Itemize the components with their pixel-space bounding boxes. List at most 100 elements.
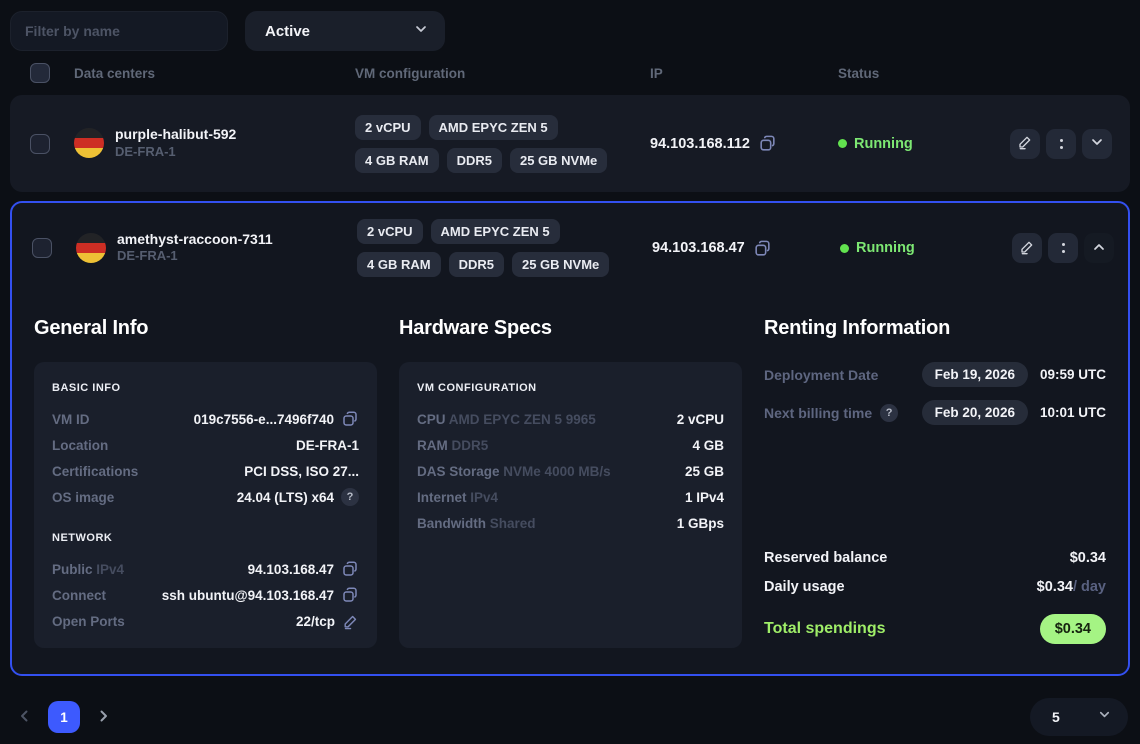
cpu-value: 2 vCPU bbox=[677, 412, 724, 427]
kebab-menu-icon bbox=[1060, 139, 1063, 149]
chip-ram: 4 GB RAM bbox=[357, 252, 441, 277]
os-image-help-icon[interactable]: ? bbox=[341, 488, 359, 506]
deployment-date-label: Deployment Date bbox=[764, 367, 878, 383]
status-dot-icon bbox=[838, 139, 847, 148]
ip-address: 94.103.168.47 bbox=[652, 240, 745, 256]
public-ip-value: 94.103.168.47 bbox=[248, 562, 334, 577]
connect-label: Connect bbox=[52, 588, 106, 603]
vm-configuration-label: VM CONFIGURATION bbox=[417, 382, 724, 394]
cpu-label: CPU bbox=[417, 412, 446, 427]
header-vm-configuration: VM configuration bbox=[355, 66, 650, 81]
status-filter-value: Active bbox=[265, 23, 310, 40]
open-ports-label: Open Ports bbox=[52, 614, 125, 629]
storage-label: DAS Storage bbox=[417, 464, 500, 479]
cpu-sublabel: AMD EPYC ZEN 5 9965 bbox=[449, 412, 596, 427]
public-ip-label: Public bbox=[52, 562, 93, 577]
edit-ports-icon[interactable] bbox=[342, 613, 359, 630]
total-spendings-label: Total spendings bbox=[764, 620, 885, 638]
bandwidth-value: 1 GBps bbox=[677, 516, 724, 531]
general-info-card: BASIC INFO VM ID 019c7556-e...7496f740 L… bbox=[34, 362, 377, 648]
chevron-left-icon bbox=[16, 707, 34, 728]
vm-config-chips: 2 vCPU AMD EPYC ZEN 5 4 GB RAM DDR5 25 G… bbox=[357, 219, 649, 277]
hardware-specs-section: Hardware Specs VM CONFIGURATION CPU AMD … bbox=[399, 293, 742, 648]
deployment-time: 09:59 UTC bbox=[1040, 367, 1106, 382]
filter-by-name-input[interactable] bbox=[10, 11, 228, 51]
certifications-value: PCI DSS, ISO 27... bbox=[244, 464, 359, 479]
next-billing-label: Next billing time bbox=[764, 405, 872, 421]
pencil-icon bbox=[1019, 239, 1035, 258]
reserved-balance-value: $0.34 bbox=[1070, 550, 1106, 566]
os-image-value: 24.04 (LTS) x64 bbox=[237, 490, 334, 505]
renting-info-title: Renting Information bbox=[764, 317, 1106, 340]
server-location: DE-FRA-1 bbox=[115, 144, 236, 161]
more-options-button[interactable] bbox=[1048, 233, 1078, 263]
connect-value: ssh ubuntu@94.103.168.47 bbox=[162, 588, 334, 603]
pagination: 1 bbox=[14, 701, 114, 733]
header-ip: IP bbox=[650, 66, 838, 81]
chip-ram-type: DDR5 bbox=[447, 148, 502, 173]
status-dot-icon bbox=[840, 244, 849, 253]
header-data-centers: Data centers bbox=[74, 66, 355, 81]
chip-vcpu: 2 vCPU bbox=[355, 115, 421, 140]
server-name: amethyst-raccoon-7311 bbox=[117, 231, 273, 249]
select-all-checkbox[interactable] bbox=[30, 63, 50, 83]
daily-usage-suffix: / day bbox=[1073, 579, 1106, 595]
germany-flag-icon bbox=[76, 233, 106, 263]
server-name: purple-halibut-592 bbox=[115, 126, 236, 144]
daily-usage-value: $0.34 bbox=[1037, 579, 1073, 595]
more-options-button[interactable] bbox=[1046, 129, 1076, 159]
germany-flag-icon bbox=[74, 128, 104, 158]
renting-info-section: Renting Information Deployment Date Feb … bbox=[764, 293, 1106, 648]
toolbar: Active bbox=[0, 0, 1140, 51]
chip-storage: 25 GB NVMe bbox=[512, 252, 609, 277]
pencil-icon bbox=[1017, 134, 1033, 153]
status-filter-select[interactable]: Active bbox=[245, 11, 445, 51]
ram-label: RAM bbox=[417, 438, 448, 453]
server-location: DE-FRA-1 bbox=[117, 248, 273, 265]
chevron-down-icon bbox=[413, 21, 429, 42]
general-info-title: General Info bbox=[34, 317, 377, 340]
copy-public-ip-icon[interactable] bbox=[341, 560, 359, 578]
server-row-amethyst-raccoon-expanded[interactable]: amethyst-raccoon-7311 DE-FRA-1 2 vCPU AM… bbox=[10, 201, 1130, 676]
copy-ip-icon[interactable] bbox=[753, 239, 772, 258]
previous-page-button[interactable] bbox=[14, 705, 36, 730]
row-checkbox[interactable] bbox=[32, 238, 52, 258]
ram-value: 4 GB bbox=[692, 438, 724, 453]
page-size-select[interactable]: 5 bbox=[1030, 698, 1128, 736]
chevron-down-icon bbox=[1089, 134, 1105, 153]
os-image-label: OS image bbox=[52, 490, 114, 505]
expand-row-button[interactable] bbox=[1082, 129, 1112, 159]
collapse-row-button[interactable] bbox=[1084, 233, 1114, 263]
kebab-menu-icon bbox=[1062, 243, 1065, 253]
hardware-specs-title: Hardware Specs bbox=[399, 317, 742, 340]
internet-label: Internet bbox=[417, 490, 467, 505]
chip-ram: 4 GB RAM bbox=[355, 148, 439, 173]
edit-button[interactable] bbox=[1012, 233, 1042, 263]
hardware-specs-card: VM CONFIGURATION CPU AMD EPYC ZEN 5 9965… bbox=[399, 362, 742, 648]
edit-button[interactable] bbox=[1010, 129, 1040, 159]
bandwidth-sublabel: Shared bbox=[490, 516, 536, 531]
vm-config-chips: 2 vCPU AMD EPYC ZEN 5 4 GB RAM DDR5 25 G… bbox=[355, 115, 647, 173]
vm-id-label: VM ID bbox=[52, 412, 90, 427]
server-row-purple-halibut[interactable]: purple-halibut-592 DE-FRA-1 2 vCPU AMD E… bbox=[10, 95, 1130, 192]
row-checkbox[interactable] bbox=[30, 134, 50, 154]
chevron-up-icon bbox=[1091, 239, 1107, 258]
bandwidth-label: Bandwidth bbox=[417, 516, 486, 531]
daily-usage-label: Daily usage bbox=[764, 579, 845, 595]
chevron-right-icon bbox=[94, 707, 112, 728]
billing-time: 10:01 UTC bbox=[1040, 405, 1106, 420]
next-billing-help-icon[interactable]: ? bbox=[880, 404, 898, 422]
chip-ram-type: DDR5 bbox=[449, 252, 504, 277]
page-1-button[interactable]: 1 bbox=[48, 701, 80, 733]
copy-ssh-icon[interactable] bbox=[341, 586, 359, 604]
next-page-button[interactable] bbox=[92, 705, 114, 730]
chip-cpu-model: AMD EPYC ZEN 5 bbox=[429, 115, 558, 140]
ram-sublabel: DDR5 bbox=[452, 438, 489, 453]
certifications-label: Certifications bbox=[52, 464, 138, 479]
deployment-date-pill: Feb 19, 2026 bbox=[922, 362, 1028, 387]
status-badge: Running bbox=[856, 240, 915, 256]
copy-ip-icon[interactable] bbox=[758, 134, 777, 153]
internet-value: 1 IPv4 bbox=[685, 490, 724, 505]
ip-address: 94.103.168.112 bbox=[650, 136, 750, 152]
copy-vm-id-icon[interactable] bbox=[341, 410, 359, 428]
